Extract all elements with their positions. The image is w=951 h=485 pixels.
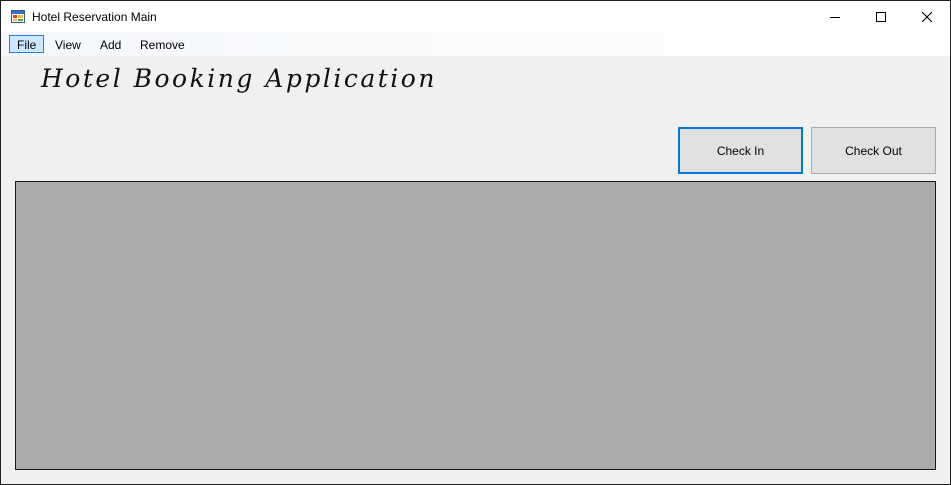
minimize-icon [830, 12, 840, 22]
title-bar[interactable]: Hotel Reservation Main [1, 1, 950, 32]
close-button[interactable] [904, 1, 950, 32]
menu-bar: File View Add Remove [1, 32, 950, 56]
app-window-icon [11, 10, 25, 23]
window-title: Hotel Reservation Main [32, 10, 157, 24]
minimize-button[interactable] [812, 1, 858, 32]
page-title: Hotel Booking Application [41, 64, 437, 93]
close-icon [922, 11, 932, 22]
maximize-icon [876, 11, 886, 22]
check-in-button[interactable]: Check In [678, 127, 803, 174]
main-window: Hotel Reservation Main File View Add Rem… [0, 0, 951, 485]
maximize-button[interactable] [858, 1, 904, 32]
menu-remove[interactable]: Remove [132, 35, 193, 53]
menu-add[interactable]: Add [92, 35, 129, 53]
reservations-grid[interactable] [15, 181, 936, 470]
menu-view[interactable]: View [47, 35, 89, 53]
menu-file[interactable]: File [9, 35, 45, 53]
check-out-button[interactable]: Check Out [811, 127, 936, 174]
